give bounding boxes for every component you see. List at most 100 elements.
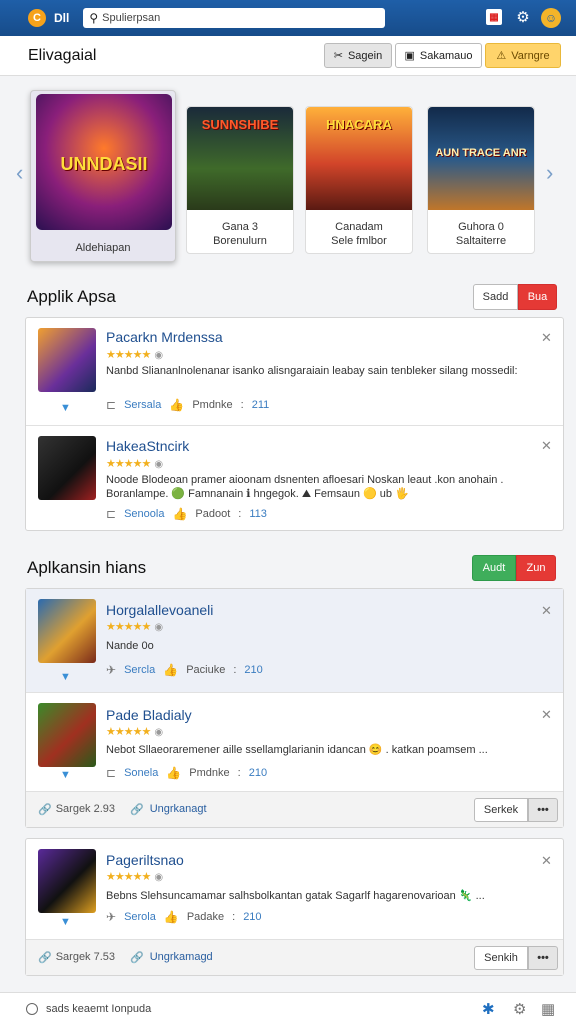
app-list-panel: ▼ Horgalallevoaneli ★★★★★ ◉ Nande 0o ✈ Se… <box>25 588 564 828</box>
meta-label-b: Pmdnke <box>192 399 233 411</box>
carousel-card[interactable]: HNACARA Canadam Sele fmlbor <box>305 106 413 254</box>
rating-stars: ★★★★★ ◉ <box>106 726 164 738</box>
chevron-down-icon[interactable]: ▼ <box>60 916 71 928</box>
sagein-button[interactable]: ✂ Sagein <box>324 43 392 68</box>
close-icon[interactable]: ✕ <box>541 603 552 619</box>
rating-stars: ★★★★★ ◉ <box>106 871 164 883</box>
status-text: sads keaemt Ionpuda <box>46 1003 152 1015</box>
meta-label-a[interactable]: Senoola <box>124 508 164 520</box>
more-options-button[interactable]: ••• <box>528 798 558 822</box>
meta-label-a[interactable]: Sersala <box>124 399 161 411</box>
chevron-left-icon[interactable]: ‹ <box>16 160 23 186</box>
app-name[interactable]: Pade Bladialy <box>106 707 192 723</box>
panel-footer: 🔗 Sargek 7.53 🔗 Ungrkamagd Senkih ••• <box>26 939 563 975</box>
list-item[interactable]: ▼ Pade Bladialy ★★★★★ ◉ Nebot Sllaeorarem… <box>26 693 563 791</box>
varngre-button[interactable]: ⚠ Varngre <box>485 43 561 68</box>
gear-icon[interactable]: ⚙ <box>513 1000 526 1018</box>
chevron-right-icon[interactable]: › <box>546 160 553 186</box>
verified-icon: ◉ <box>154 727 164 738</box>
section-toggle: Audt Zun <box>472 555 556 581</box>
chevron-down-icon[interactable]: ▼ <box>60 769 71 781</box>
bua-button[interactable]: Bua <box>518 284 557 310</box>
carousel-card[interactable]: AUN TRACE ANR Guhora 0 Saltaiterre <box>427 106 535 254</box>
meta-label-b: Padake <box>186 911 225 923</box>
notification-icon[interactable]: ▦ <box>486 9 502 25</box>
app-meta: ✈ Sercla 👍 Paciuke : 210 <box>106 663 263 677</box>
app-meta: ⊏ Senoola 👍 Padoot : 113 <box>106 507 267 521</box>
list-item[interactable]: ▼ Pageriltsnao ★★★★★ ◉ Bebns Slehsuncamam… <box>26 839 563 939</box>
serkek-button[interactable]: Serkek <box>474 798 528 822</box>
meta-label-a[interactable]: Sonela <box>124 767 158 779</box>
thumbs-up-icon: 👍 <box>163 663 179 677</box>
app-list-panel: ▼ Pacarkn Mrdenssa ★★★★★ ◉ Nanbd Sliananl… <box>25 317 564 531</box>
close-icon[interactable]: ✕ <box>541 853 552 869</box>
upgrade-link[interactable]: 🔗 Ungrkanagt <box>130 803 207 816</box>
carousel-card-caption: Aldehiapan <box>75 242 131 254</box>
app-description: Nebot Sllaeoraremener aille ssellamglari… <box>106 744 488 756</box>
art-text: SUNNSHIBE <box>201 117 279 132</box>
puzzle-icon[interactable]: ✱ <box>482 1000 495 1018</box>
app-description: Nande 0o <box>106 640 154 652</box>
pin-icon: ✈ <box>106 910 117 924</box>
senkih-button[interactable]: Senkih <box>474 946 528 970</box>
carousel-card-line1: Canadam <box>335 221 383 233</box>
warning-icon: ⚠ <box>496 50 507 62</box>
meta-label-a[interactable]: Sercla <box>124 664 155 676</box>
app-name[interactable]: Pageriltsnao <box>106 852 184 868</box>
game-art-image: SUNNSHIBE <box>187 107 293 210</box>
carousel-card-featured[interactable]: UNNDASII Aldehiapan <box>30 90 176 262</box>
game-art-image: HNACARA <box>306 107 412 210</box>
app-thumbnail <box>38 436 96 500</box>
more-options-button[interactable]: ••• <box>528 946 558 970</box>
carousel-card-line2: Sele fmlbor <box>331 235 387 247</box>
meta-label-a[interactable]: Serola <box>124 911 156 923</box>
upgrade-link[interactable]: 🔗 Ungrkamagd <box>130 951 213 964</box>
chevron-down-icon[interactable]: ▼ <box>60 671 71 683</box>
close-icon[interactable]: ✕ <box>541 707 552 723</box>
close-icon[interactable]: ✕ <box>541 438 552 454</box>
grid-icon[interactable]: ▦ <box>541 1000 555 1018</box>
app-name[interactable]: HakeaStncirk <box>106 438 189 454</box>
pin-icon: ✈ <box>106 663 117 677</box>
carousel-card-line2: Saltaiterre <box>455 235 507 247</box>
art-text: HNACARA <box>326 117 392 132</box>
app-description: Nanbd Sliananlnolenanar isanko alisngara… <box>106 365 518 377</box>
meta-count: 113 <box>249 508 267 520</box>
sagein-button-label: Sagein <box>347 49 383 62</box>
list-item[interactable]: HakeaStncirk ★★★★★ ◉ Noode Blodeoan prame… <box>26 426 563 530</box>
verified-icon: ◉ <box>154 622 164 633</box>
list-item[interactable]: ▼ Pacarkn Mrdenssa ★★★★★ ◉ Nanbd Sliananl… <box>26 318 563 425</box>
zun-button[interactable]: Zun <box>516 555 556 581</box>
meta-count: 210 <box>248 767 268 779</box>
app-thumbnail <box>38 328 96 392</box>
link-icon: 🔗 <box>38 952 52 964</box>
search-input[interactable]: ⚲ Spulierpsan <box>83 8 386 28</box>
thumbs-up-icon: 👍 <box>172 507 188 521</box>
app-name[interactable]: Pacarkn Mrdenssa <box>106 329 223 345</box>
game-art-image: UNNDASII <box>36 94 172 230</box>
carousel-card-line1: Guhora 0 <box>458 221 504 233</box>
chevron-down-icon[interactable]: ▼ <box>60 402 71 414</box>
app-name[interactable]: Horgalallevoaneli <box>106 602 213 618</box>
page-title: Elivagaial <box>28 47 97 64</box>
sakamauo-button-label: Sakamauo <box>419 49 473 62</box>
close-icon[interactable]: ✕ <box>541 330 552 346</box>
page-header: Elivagaial ✂ Sagein ▣ Sakamauo ⚠ Varngre <box>0 36 576 76</box>
meta-label-b: Paciuke <box>186 664 226 676</box>
avatar[interactable]: ☺ <box>541 8 561 28</box>
list-item[interactable]: ▼ Horgalallevoaneli ★★★★★ ◉ Nande 0o ✈ Se… <box>26 589 563 692</box>
audt-button[interactable]: Audt <box>472 555 516 581</box>
sakamauo-button[interactable]: ▣ Sakamauo <box>395 43 482 68</box>
section-toggle: Sadd Bua <box>473 284 557 310</box>
rating-stars: ★★★★★ ◉ <box>106 349 164 361</box>
sadd-button[interactable]: Sadd <box>473 284 518 310</box>
carousel-card[interactable]: SUNNSHIBE Gana 3 Borenulurn <box>186 106 294 254</box>
size-info: 🔗 Sargek 7.53 <box>38 951 116 964</box>
app-logo: C <box>28 9 46 27</box>
gear-icon[interactable]: ⚙ <box>515 9 531 26</box>
meta-count: 210 <box>244 664 263 676</box>
link-icon: 🔗 <box>130 952 144 964</box>
tools-icon: ✂ <box>333 50 343 62</box>
art-text: UNNDASII <box>60 154 148 174</box>
search-value: Spulierpsan <box>102 12 161 24</box>
